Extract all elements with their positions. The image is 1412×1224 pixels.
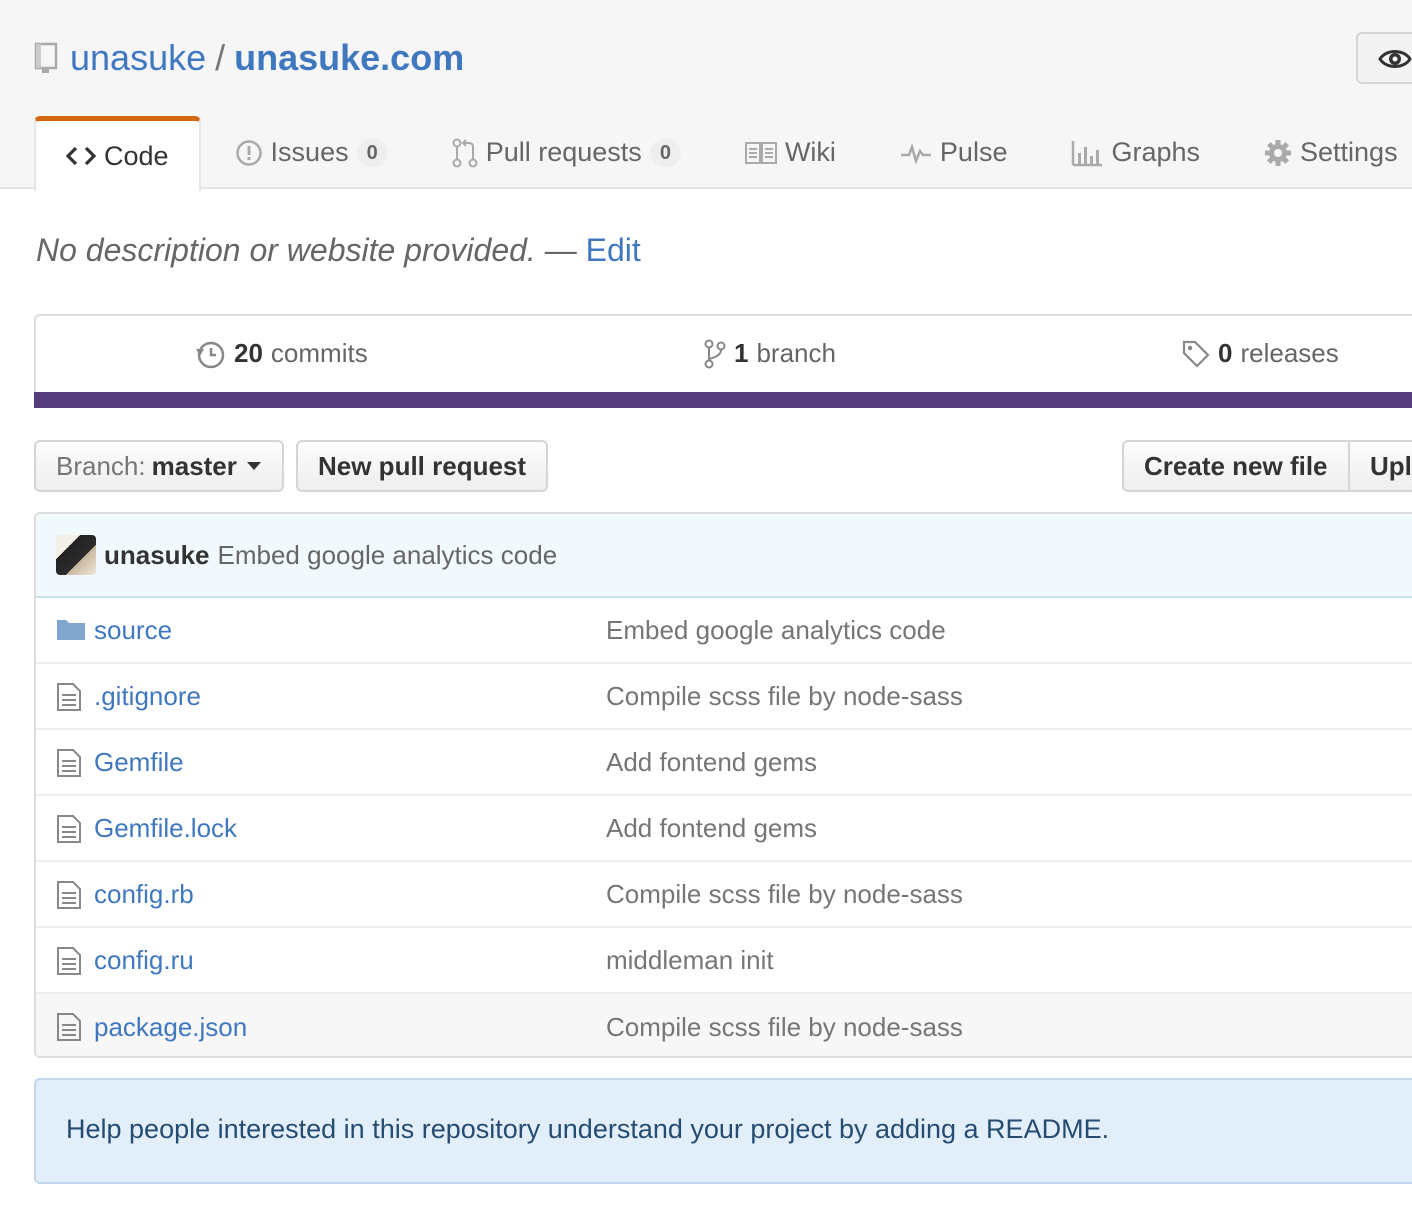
- tab-wiki-label: Wiki: [784, 137, 836, 167]
- releases-count: 0: [1218, 338, 1233, 368]
- file-name-link[interactable]: Gemfile.lock: [94, 813, 237, 844]
- readme-prompt: Help people interested in this repositor…: [34, 1078, 1412, 1184]
- tab-settings[interactable]: Settings: [1264, 116, 1398, 189]
- path-separator: /: [215, 37, 226, 78]
- tab-issues-label: Issues: [270, 137, 349, 167]
- folder-icon: [57, 620, 85, 640]
- eye-icon: [1378, 50, 1412, 68]
- edit-description-link[interactable]: Edit: [586, 232, 641, 268]
- file-list: unasuke Embed google analytics code sour…: [34, 512, 1412, 1058]
- repo-nav: Code Issues 0 Pull requests 0 Wiki Pulse…: [34, 116, 1412, 191]
- file-name-link[interactable]: .gitignore: [94, 681, 201, 712]
- repo-title: unasuke / unasuke.com: [34, 36, 464, 80]
- tab-pull-requests-label: Pull requests: [485, 137, 642, 167]
- file-commit-message[interactable]: Compile scss file by node-sass: [606, 879, 963, 910]
- file-commit-message[interactable]: middleman init: [606, 945, 774, 976]
- file-icon: [57, 947, 81, 975]
- tab-issues[interactable]: Issues 0: [235, 116, 388, 189]
- gear-icon: [1265, 139, 1292, 166]
- releases-link[interactable]: 0 releases: [1182, 338, 1339, 369]
- file-row: config.rb Compile scss file by node-sass: [36, 862, 1412, 928]
- description-text: No description or website provided.: [36, 232, 536, 268]
- branches-count: 1: [734, 338, 749, 368]
- file-icon: [57, 1013, 81, 1041]
- latest-commit: unasuke Embed google analytics code: [36, 514, 1412, 598]
- tab-code[interactable]: Code: [34, 116, 201, 191]
- repo-owner-link[interactable]: unasuke: [70, 37, 206, 79]
- create-new-file-button[interactable]: Create new file: [1122, 440, 1350, 492]
- releases-label: releases: [1240, 338, 1339, 368]
- commits-label: commits: [270, 338, 368, 368]
- repo-description: No description or website provided. — Ed…: [36, 232, 641, 269]
- pulse-icon: [900, 142, 931, 164]
- commit-message-link[interactable]: Embed google analytics code: [218, 540, 558, 571]
- branches-label: branch: [756, 338, 836, 368]
- tab-wiki[interactable]: Wiki: [744, 116, 836, 189]
- file-icon: [57, 683, 81, 711]
- pull-requests-counter: 0: [649, 138, 681, 167]
- graph-icon: [1072, 140, 1103, 166]
- repo-name-link[interactable]: unasuke.com: [234, 37, 464, 79]
- avatar[interactable]: [56, 535, 96, 575]
- history-icon: [196, 341, 225, 368]
- file-row: source Embed google analytics code: [36, 598, 1412, 664]
- watch-button[interactable]: [1356, 32, 1412, 84]
- issues-counter: 0: [356, 138, 388, 167]
- file-row: Gemfile Add fontend gems: [36, 730, 1412, 796]
- file-name-link[interactable]: Gemfile: [94, 747, 184, 778]
- book-icon: [744, 141, 777, 164]
- tab-pull-requests[interactable]: Pull requests 0: [452, 116, 681, 189]
- tab-graphs[interactable]: Graphs: [1071, 116, 1200, 189]
- pull-request-icon: [452, 138, 478, 167]
- repo-header: unasuke / unasuke.com Code Issues 0 Pull…: [0, 0, 1412, 191]
- branch-select-button[interactable]: Branch: master: [34, 440, 284, 492]
- branch-icon: [704, 339, 726, 368]
- file-commit-message[interactable]: Add fontend gems: [606, 747, 817, 778]
- file-commit-message[interactable]: Compile scss file by node-sass: [606, 1012, 963, 1043]
- file-row: config.ru middleman init: [36, 928, 1412, 994]
- file-commit-message[interactable]: Embed google analytics code: [606, 615, 946, 646]
- issue-icon: [235, 139, 262, 166]
- language-bar[interactable]: [34, 392, 1412, 408]
- readme-prompt-text: Help people interested in this repositor…: [66, 1114, 1110, 1144]
- file-name-link[interactable]: config.ru: [94, 945, 194, 976]
- file-row: package.json Compile scss file by node-s…: [36, 994, 1412, 1056]
- branch-prefix: Branch:: [56, 450, 146, 481]
- file-commit-message[interactable]: Compile scss file by node-sass: [606, 681, 963, 712]
- code-icon: [66, 146, 96, 166]
- commits-link[interactable]: 20 commits: [196, 338, 368, 369]
- tag-icon: [1182, 340, 1210, 368]
- commits-count: 20: [234, 338, 263, 368]
- file-row: .gitignore Compile scss file by node-sas…: [36, 664, 1412, 730]
- caret-down-icon: [246, 462, 261, 470]
- new-pull-request-button[interactable]: New pull request: [296, 440, 548, 492]
- repo-icon: [34, 42, 58, 73]
- tab-pulse-label: Pulse: [939, 137, 1008, 167]
- tab-settings-label: Settings: [1300, 137, 1398, 167]
- description-dash: —: [544, 232, 577, 268]
- branches-link[interactable]: 1 branch: [704, 338, 836, 369]
- file-icon: [57, 749, 81, 777]
- file-name-link[interactable]: config.rb: [94, 879, 194, 910]
- file-commit-message[interactable]: Add fontend gems: [606, 813, 817, 844]
- tab-code-label: Code: [104, 140, 169, 171]
- file-name-link[interactable]: package.json: [94, 1012, 247, 1043]
- file-name-link[interactable]: source: [94, 615, 172, 646]
- file-icon: [57, 881, 81, 909]
- tab-pulse[interactable]: Pulse: [900, 116, 1008, 189]
- file-row: Gemfile.lock Add fontend gems: [36, 796, 1412, 862]
- tab-graphs-label: Graphs: [1111, 137, 1201, 167]
- commit-author-link[interactable]: unasuke: [104, 540, 210, 571]
- file-icon: [57, 815, 81, 843]
- branch-name: master: [151, 450, 237, 481]
- upload-files-button[interactable]: Upl: [1348, 440, 1412, 492]
